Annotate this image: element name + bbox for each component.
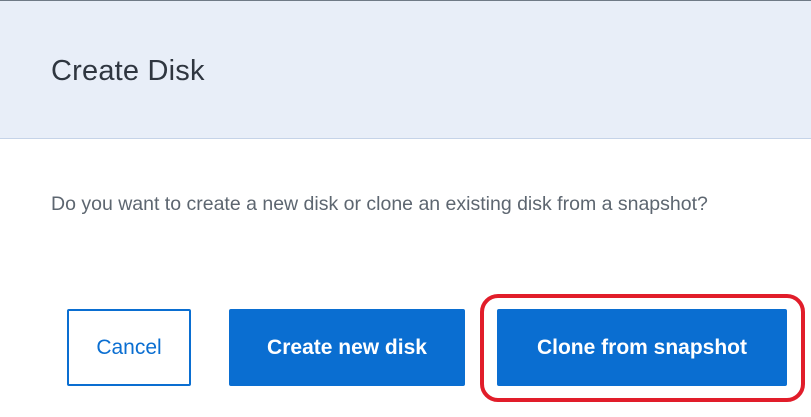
clone-from-snapshot-button[interactable]: Clone from snapshot [497, 309, 787, 386]
dialog-message: Do you want to create a new disk or clon… [51, 193, 708, 215]
create-new-disk-button[interactable]: Create new disk [229, 309, 465, 386]
dialog-title: Create Disk [51, 55, 205, 87]
cancel-button[interactable]: Cancel [67, 309, 191, 386]
dialog-header: Create Disk [0, 1, 811, 139]
create-disk-dialog: Create Disk Do you want to create a new … [0, 0, 811, 417]
